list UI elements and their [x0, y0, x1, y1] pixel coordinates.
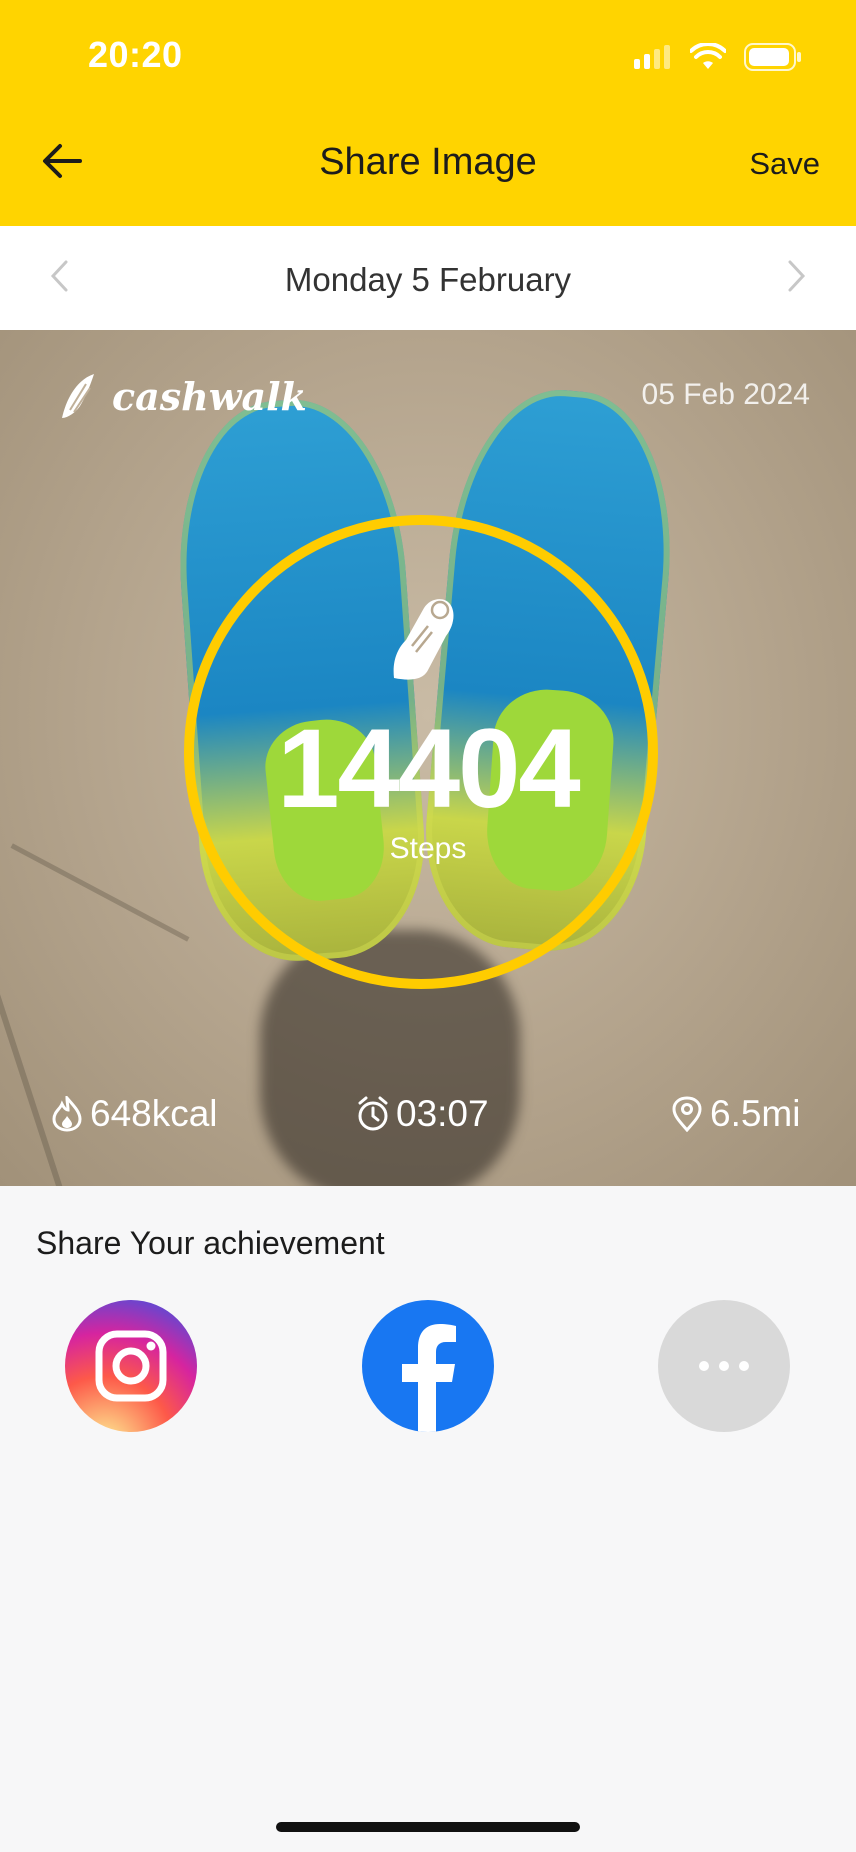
steps-count: 14404: [277, 706, 580, 831]
battery-icon: [744, 43, 801, 71]
calories-metric: 648kcal: [50, 1093, 218, 1135]
save-button[interactable]: Save: [749, 146, 820, 182]
facebook-share-button[interactable]: [362, 1300, 494, 1432]
more-share-button[interactable]: [658, 1300, 790, 1432]
calories-value: 648kcal: [90, 1093, 218, 1134]
home-indicator[interactable]: [276, 1822, 580, 1832]
status-time: 20:20: [88, 34, 183, 75]
duration-value: 03:07: [396, 1093, 489, 1134]
instagram-share-button[interactable]: [65, 1300, 197, 1432]
photo-date: 05 Feb 2024: [641, 378, 810, 411]
cashwalk-logo-icon: [62, 374, 94, 418]
location-pin-icon: [672, 1096, 702, 1132]
instagram-icon: [95, 1330, 167, 1402]
date-label: Monday 5 February: [284, 261, 572, 298]
shoe-icon: [393, 599, 454, 680]
facebook-icon: [402, 1324, 456, 1432]
distance-metric: 6.5mi: [670, 1093, 800, 1135]
steps-label: Steps: [389, 832, 467, 865]
more-icon: [699, 1361, 749, 1371]
app-header: 20:20 Share Image Save: [0, 0, 856, 226]
date-navigator: Monday 5 February: [0, 226, 856, 330]
brand-name: cashwalk: [112, 373, 307, 419]
wifi-icon: [690, 43, 726, 69]
share-panel: [0, 1186, 856, 1852]
duration-metric: 03:07: [356, 1093, 489, 1135]
status-icons: [634, 40, 802, 74]
cashwalk-logo: cashwalk: [56, 370, 307, 422]
chevron-right-icon[interactable]: [782, 256, 812, 296]
distance-value: 6.5mi: [710, 1093, 801, 1134]
page-title: Share Image: [319, 141, 537, 183]
flame-icon: [52, 1096, 82, 1132]
alarm-clock-icon: [358, 1096, 388, 1131]
share-title: Share Your achievement: [36, 1225, 385, 1261]
signal-icon: [634, 45, 670, 69]
